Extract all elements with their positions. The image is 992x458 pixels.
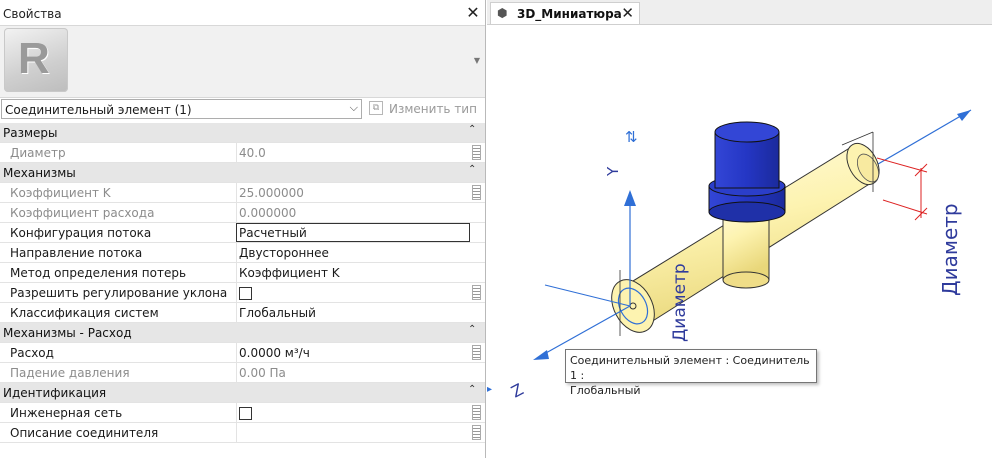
property-value: 25.000000 bbox=[236, 183, 470, 202]
scroll-grip[interactable] bbox=[472, 285, 481, 300]
property-label: Коэффициент K bbox=[10, 186, 111, 200]
property-label: Описание соединителя bbox=[10, 426, 159, 440]
flow-configuration-field[interactable]: Расчетный bbox=[236, 223, 470, 242]
property-value: 0.00 Па bbox=[236, 363, 470, 382]
loss-method-field[interactable]: Коэффициент K bbox=[236, 263, 470, 282]
property-row-system-classification[interactable]: Классификация систем Глобальный bbox=[0, 303, 485, 323]
element-tooltip: Соединительный элемент : Соединитель 1 :… bbox=[565, 349, 817, 397]
axis-arrow-z bbox=[533, 350, 549, 360]
property-row-flow-coefficient: Коэффициент расхода 0.000000 bbox=[0, 203, 485, 223]
property-label: Разрешить регулирование уклона bbox=[10, 286, 228, 300]
scroll-grip[interactable] bbox=[472, 405, 481, 420]
property-row-network[interactable]: Инженерная сеть bbox=[0, 403, 485, 423]
scroll-grip[interactable] bbox=[472, 425, 481, 440]
property-row-diameter: Диаметр 40.0 bbox=[0, 143, 485, 163]
collapse-icon[interactable]: ⌃ bbox=[468, 124, 476, 135]
type-selector-area[interactable]: R ▼ bbox=[0, 25, 485, 98]
properties-titlebar: Свойства ✕ bbox=[0, 3, 485, 25]
property-label: Инженерная сеть bbox=[10, 406, 123, 420]
chevron-down-icon: ⌵ bbox=[349, 101, 358, 114]
axis-arrow-y bbox=[624, 190, 636, 206]
property-value: 0.000000 bbox=[236, 203, 470, 222]
dimension-label-left: Диаметр bbox=[670, 263, 690, 342]
instance-filter-value: Соединительный элемент (1) bbox=[5, 103, 192, 117]
group-label: Размеры bbox=[3, 126, 58, 140]
property-row-loss-method[interactable]: Метод определения потерь Коэффициент K bbox=[0, 263, 485, 283]
dimension-label-right: Диаметр bbox=[938, 203, 962, 296]
property-value: 40.0 bbox=[236, 143, 470, 162]
property-row-allow-slope[interactable]: Разрешить регулирование уклона bbox=[0, 283, 485, 303]
connector-description-field[interactable] bbox=[236, 423, 470, 442]
network-cell bbox=[236, 403, 470, 422]
dimension-line bbox=[882, 199, 928, 215]
group-label: Механизмы - Расход bbox=[3, 326, 132, 340]
cube-icon: ⬢ bbox=[497, 6, 508, 20]
allow-slope-cell bbox=[236, 283, 470, 302]
group-header-mechanical[interactable]: Механизмы ⌃ bbox=[0, 163, 485, 183]
property-label: Конфигурация потока bbox=[10, 226, 152, 240]
tab-3d-thumbnail[interactable]: ⬢ 3D_Миниатюра ✕ bbox=[490, 2, 640, 24]
axis-z-label: Z bbox=[508, 380, 527, 402]
axis-arrow-x bbox=[957, 110, 971, 121]
property-label: Направление потока bbox=[10, 246, 143, 260]
dimension-line bbox=[876, 157, 928, 173]
edit-type-icon: ⧉ bbox=[369, 101, 383, 115]
property-row-connector-description[interactable]: Описание соединителя bbox=[0, 423, 485, 443]
group-header-mechanical-flow[interactable]: Механизмы - Расход ⌃ bbox=[0, 323, 485, 343]
scroll-grip[interactable] bbox=[472, 185, 481, 200]
flip-arrows-icon[interactable]: ⇅ bbox=[625, 128, 638, 146]
scroll-grip[interactable] bbox=[472, 345, 481, 360]
instance-filter-dropdown[interactable]: Соединительный элемент (1) ⌵ bbox=[1, 99, 362, 119]
property-row-flow[interactable]: Расход 0.0000 м³/ч bbox=[0, 343, 485, 363]
flow-field[interactable]: 0.0000 м³/ч bbox=[236, 343, 470, 362]
group-header-identification[interactable]: Идентификация ⌃ bbox=[0, 383, 485, 403]
edit-type-button[interactable]: ⧉ Изменить тип bbox=[367, 99, 479, 119]
collapse-icon[interactable]: ⌃ bbox=[468, 164, 476, 175]
view-tab-strip: ⬢ 3D_Миниатюра ✕ bbox=[487, 0, 992, 25]
group-label: Идентификация bbox=[3, 386, 107, 400]
group-header-sizes[interactable]: Размеры ⌃ bbox=[0, 123, 485, 143]
scroll-grip[interactable] bbox=[472, 145, 481, 160]
tab-label: 3D_Миниатюра bbox=[517, 7, 622, 21]
cap-collar-bottom bbox=[708, 201, 786, 223]
chevron-down-icon[interactable]: ▼ bbox=[474, 56, 480, 65]
instance-selector-row: Соединительный элемент (1) ⌵ ⧉ Изменить … bbox=[0, 97, 485, 123]
collapse-icon[interactable]: ⌃ bbox=[468, 324, 476, 335]
property-label: Метод определения потерь bbox=[10, 266, 187, 280]
allow-slope-checkbox[interactable] bbox=[239, 287, 252, 300]
property-label: Падение давления bbox=[10, 366, 130, 380]
collapse-icon[interactable]: ⌃ bbox=[468, 384, 476, 395]
network-checkbox[interactable] bbox=[239, 407, 252, 420]
tooltip-line-1: Соединительный элемент : Соединитель 1 : bbox=[570, 354, 810, 382]
property-label: Диаметр bbox=[10, 146, 66, 160]
property-row-flow-direction[interactable]: Направление потока Двустороннее bbox=[0, 243, 485, 263]
pipe-branch-bottom bbox=[722, 271, 770, 289]
system-classification-field[interactable]: Глобальный bbox=[236, 303, 470, 322]
properties-title: Свойства bbox=[3, 7, 62, 21]
small-axis-mark: ▸ bbox=[487, 384, 492, 395]
property-row-flow-configuration[interactable]: Конфигурация потока Расчетный bbox=[0, 223, 485, 243]
edit-type-label: Изменить тип bbox=[389, 102, 477, 116]
properties-grid: Размеры ⌃ Диаметр 40.0 Механизмы ⌃ Коэфф… bbox=[0, 123, 485, 443]
logo-letter: R bbox=[18, 34, 50, 83]
property-row-pressure-drop: Падение давления 0.00 Па bbox=[0, 363, 485, 383]
property-label: Классификация систем bbox=[10, 306, 159, 320]
property-label: Расход bbox=[10, 346, 54, 360]
group-label: Механизмы bbox=[3, 166, 76, 180]
close-icon[interactable]: ✕ bbox=[464, 4, 482, 22]
close-icon[interactable]: ✕ bbox=[621, 4, 634, 22]
properties-panel: Свойства ✕ R ▼ Соединительный элемент (1… bbox=[0, 0, 486, 458]
tooltip-line-2: Глобальный bbox=[570, 384, 641, 397]
axis-y-label: Y bbox=[604, 166, 622, 177]
view-3d[interactable]: ⇅ Y Z Диаметр Диаметр ▸ ⬢ 3D_Миниатюра ✕… bbox=[487, 0, 992, 458]
property-row-k-coefficient: Коэффициент K 25.000000 bbox=[0, 183, 485, 203]
revit-logo: R bbox=[4, 28, 68, 92]
cap-top bbox=[714, 121, 780, 143]
property-label: Коэффициент расхода bbox=[10, 206, 155, 220]
flow-direction-field[interactable]: Двустороннее bbox=[236, 243, 470, 262]
